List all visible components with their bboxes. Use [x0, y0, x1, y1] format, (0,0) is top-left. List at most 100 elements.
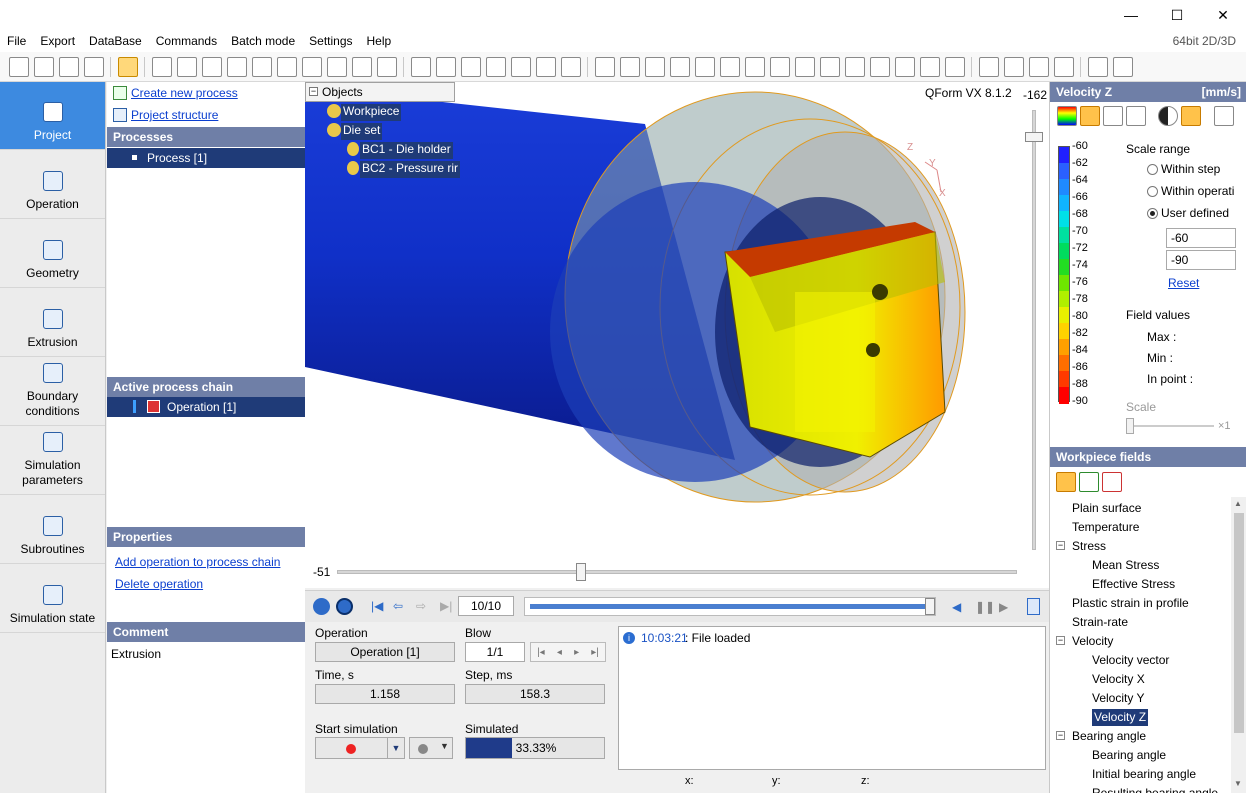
scale-slider-thumb[interactable] [1126, 418, 1134, 434]
scale-slider-track[interactable] [1128, 425, 1214, 427]
vertical-slider-track[interactable] [1032, 110, 1036, 550]
nav-boundary[interactable]: Boundary conditions [0, 358, 105, 426]
solid-icon[interactable] [535, 56, 556, 77]
add-operation-link[interactable]: Add operation to process chain [115, 555, 280, 569]
angle-icon[interactable] [894, 56, 915, 77]
rotate-cw-icon[interactable] [326, 56, 347, 77]
comment-text[interactable]: Extrusion [111, 647, 161, 661]
back-circle-icon[interactable] [313, 598, 330, 615]
create-new-process-link[interactable]: Create new process [131, 86, 238, 100]
scroll-thumb[interactable] [1234, 513, 1244, 733]
nav-simstate[interactable]: Simulation state [0, 565, 105, 633]
envelope-icon[interactable] [978, 56, 999, 77]
tree-item-bc1[interactable]: BC1 - Die holder [360, 142, 453, 159]
user-defined-radio[interactable] [1147, 208, 1158, 219]
field-item[interactable]: Bearing angle [1092, 747, 1166, 764]
within-step-radio[interactable] [1147, 164, 1158, 175]
field-profile-icon[interactable] [1102, 472, 1122, 492]
zoom-out-icon[interactable] [251, 56, 272, 77]
axis-zy-icon[interactable] [794, 56, 815, 77]
scroll-down-icon[interactable]: ▼ [1234, 779, 1242, 788]
prev-step-icon[interactable]: ⇦ [393, 600, 409, 613]
report2-icon[interactable] [1112, 56, 1133, 77]
rotate-ccw-icon[interactable] [351, 56, 372, 77]
field-item[interactable]: Bearing angle [1072, 728, 1146, 745]
pointer-icon[interactable] [117, 56, 138, 77]
maximize-button[interactable]: ☐ [1154, 0, 1200, 30]
field-section-icon[interactable] [1079, 472, 1099, 492]
forward-circle-icon[interactable] [336, 598, 353, 615]
playback-slider[interactable] [524, 597, 936, 616]
last-step-icon[interactable]: ▶| [440, 600, 454, 613]
play-icon[interactable]: ▶ [999, 600, 1008, 614]
field-item[interactable]: Effective Stress [1092, 576, 1175, 593]
menu-file[interactable]: File [0, 30, 33, 52]
box-icon[interactable] [201, 56, 222, 77]
brush-icon[interactable] [376, 56, 397, 77]
tree-expander-icon[interactable]: − [1056, 636, 1065, 645]
pause-icon[interactable]: ❚❚ [975, 600, 995, 614]
contrast-icon[interactable] [1158, 106, 1178, 126]
tree-item-dieset[interactable]: Die set [341, 123, 383, 140]
horizontal-slider-track[interactable] [337, 570, 1017, 574]
envelope2-icon[interactable] [1003, 56, 1024, 77]
blow-field[interactable]: 1/1 [465, 642, 525, 662]
zoom-window-icon[interactable] [276, 56, 297, 77]
grid-icon[interactable] [644, 56, 665, 77]
blow-next-icon[interactable]: ▸ [574, 647, 579, 658]
paint-icon[interactable] [1181, 106, 1201, 126]
horizontal-slider-thumb[interactable] [576, 563, 586, 581]
next-step-icon[interactable]: ⇨ [416, 600, 432, 613]
stop-simulation-button[interactable]: ▼ [409, 737, 453, 759]
new-icon[interactable] [8, 56, 29, 77]
field-item[interactable]: Resulting bearing angle [1092, 785, 1218, 793]
field-item[interactable]: Velocity Y [1092, 690, 1144, 707]
log-panel[interactable]: i 10:03:21 : File loaded [618, 626, 1046, 770]
fit-icon[interactable] [151, 56, 172, 77]
zoom-in-icon[interactable] [226, 56, 247, 77]
field-surface-icon[interactable] [1056, 472, 1076, 492]
step-counter-field[interactable]: 10/10 [458, 596, 514, 616]
gear-icon[interactable] [944, 56, 965, 77]
measure-icon[interactable] [869, 56, 890, 77]
axis-yx-icon[interactable] [744, 56, 765, 77]
objects-tree-header[interactable]: − Objects [305, 82, 455, 102]
menu-export[interactable]: Export [33, 30, 82, 52]
first-step-icon[interactable]: |◀ [371, 600, 385, 613]
tree-icon[interactable] [83, 56, 104, 77]
share-icon[interactable] [1136, 472, 1156, 492]
menu-database[interactable]: DataBase [82, 30, 149, 52]
process-item[interactable]: Process [1] [107, 148, 305, 168]
axis-n-icon[interactable] [819, 56, 840, 77]
nav-operation[interactable]: Operation [0, 151, 105, 219]
section-icon[interactable] [919, 56, 940, 77]
field-item[interactable]: Mean Stress [1092, 557, 1159, 574]
close-button[interactable]: ✕ [1200, 0, 1246, 30]
field-item[interactable]: Velocity [1072, 633, 1113, 650]
panel-toggle-icon[interactable] [1214, 106, 1234, 126]
tree-expander-icon[interactable]: − [1056, 731, 1065, 740]
cylinder-icon[interactable] [510, 56, 531, 77]
view3d-icon[interactable] [560, 56, 581, 77]
field-item[interactable]: Velocity Z [1092, 709, 1149, 726]
axis-xy-icon[interactable] [669, 56, 690, 77]
tree-item-bc2[interactable]: BC2 - Pressure rir [360, 161, 461, 178]
axis-yz-icon[interactable] [719, 56, 740, 77]
vertical-slider-thumb[interactable] [1025, 132, 1043, 142]
collapse-icon[interactable]: − [309, 87, 318, 96]
nav-extrusion[interactable]: Extrusion [0, 289, 105, 357]
chain-item[interactable]: Operation [1] [107, 397, 305, 417]
save-icon[interactable] [58, 56, 79, 77]
rotate3d-icon[interactable] [176, 56, 197, 77]
field-item[interactable]: Stress [1072, 538, 1106, 555]
flip-icon[interactable] [1028, 56, 1049, 77]
curve-icon[interactable] [410, 56, 431, 77]
nav-simparams[interactable]: Simulation parameters [0, 427, 105, 495]
playback-thumb[interactable] [925, 598, 935, 615]
open-icon[interactable] [33, 56, 54, 77]
film-icon[interactable] [1027, 598, 1040, 615]
max-input[interactable]: -60 [1166, 228, 1236, 248]
minimize-button[interactable]: — [1108, 0, 1154, 30]
exchange-icon[interactable] [1053, 56, 1074, 77]
scale-list-icon[interactable] [1126, 106, 1146, 126]
